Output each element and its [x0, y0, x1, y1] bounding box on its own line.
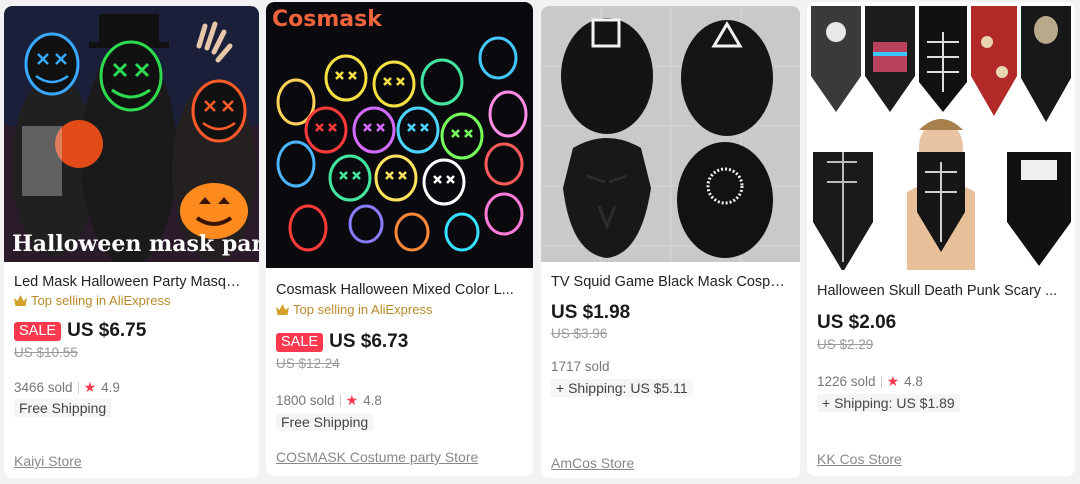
product-image[interactable]: Halloween mask party [4, 6, 259, 262]
shipping-info: Free Shipping [14, 399, 112, 417]
rating-value: 4.8 [363, 393, 382, 408]
price-row: SALE US $6.75 [14, 320, 146, 342]
sale-badge: SALE [14, 321, 62, 341]
original-price: US $10.55 [14, 345, 78, 360]
price: US $2.06 [817, 312, 897, 333]
price: US $1.98 [551, 302, 631, 323]
store-link[interactable]: Kaiyi Store [14, 453, 82, 469]
product-image[interactable] [807, 2, 1075, 270]
shipping-info: Free Shipping [276, 413, 374, 431]
top-selling-badge: Top selling in AliExpress [276, 302, 432, 317]
store-link[interactable]: KK Cos Store [817, 451, 902, 467]
product-title[interactable]: Halloween Skull Death Punk Scary ... [817, 283, 1061, 299]
rating-value: 4.9 [101, 380, 120, 395]
crown-icon [14, 295, 27, 306]
top-selling-label: Top selling in AliExpress [31, 293, 171, 308]
sold-count: 1717 sold [551, 359, 610, 374]
star-icon: ★ [345, 392, 359, 408]
sales-rating-row: 1226 sold ★ 4.8 [817, 373, 923, 390]
image-caption: Cosmask [272, 7, 383, 32]
sale-badge: SALE [276, 332, 324, 352]
product-card[interactable]: Halloween mask party Led Mask Halloween … [4, 6, 259, 478]
sales-rating-row: 3466 sold ★ 4.9 [14, 379, 120, 396]
product-image[interactable]: Cosmask [266, 2, 533, 268]
store-link[interactable]: COSMASK Costume party Store [276, 449, 478, 465]
price: US $6.75 [67, 320, 147, 341]
shipping-info: + Shipping: US $5.11 [551, 379, 693, 397]
product-title[interactable]: TV Squid Game Black Mask Cospla... [551, 274, 786, 290]
top-selling-label: Top selling in AliExpress [293, 302, 433, 317]
price: US $6.73 [329, 331, 409, 352]
top-selling-badge: Top selling in AliExpress [14, 293, 170, 308]
star-icon: ★ [886, 373, 900, 389]
price-row: SALE US $6.73 [276, 331, 408, 353]
store-link[interactable]: AmCos Store [551, 455, 634, 471]
sales-rating-row: 1800 sold ★ 4.8 [276, 392, 382, 409]
divider [880, 375, 882, 388]
sales-row: 1717 sold [551, 359, 610, 374]
product-card[interactable]: Cosmask Cosmask Halloween Mixed Color L.… [266, 2, 533, 476]
sold-count: 1226 sold [817, 374, 876, 389]
product-title[interactable]: Led Mask Halloween Party Masqu... [14, 274, 245, 290]
image-caption: Halloween mask party [12, 231, 259, 257]
product-card[interactable]: TV Squid Game Black Mask Cospla... US $1… [541, 6, 800, 478]
sold-count: 3466 sold [14, 380, 73, 395]
rating-value: 4.8 [904, 374, 923, 389]
original-price: US $2.29 [817, 337, 874, 352]
divider [77, 381, 79, 394]
star-icon: ★ [83, 379, 97, 395]
shipping-info: + Shipping: US $1.89 [817, 394, 960, 412]
divider [339, 394, 341, 407]
product-image[interactable] [541, 6, 800, 262]
sold-count: 1800 sold [276, 393, 335, 408]
crown-icon [276, 304, 289, 315]
original-price: US $12.24 [276, 356, 340, 371]
product-title[interactable]: Cosmask Halloween Mixed Color L... [276, 282, 519, 298]
product-card[interactable]: Halloween Skull Death Punk Scary ... US … [807, 2, 1075, 476]
original-price: US $3.96 [551, 326, 608, 341]
